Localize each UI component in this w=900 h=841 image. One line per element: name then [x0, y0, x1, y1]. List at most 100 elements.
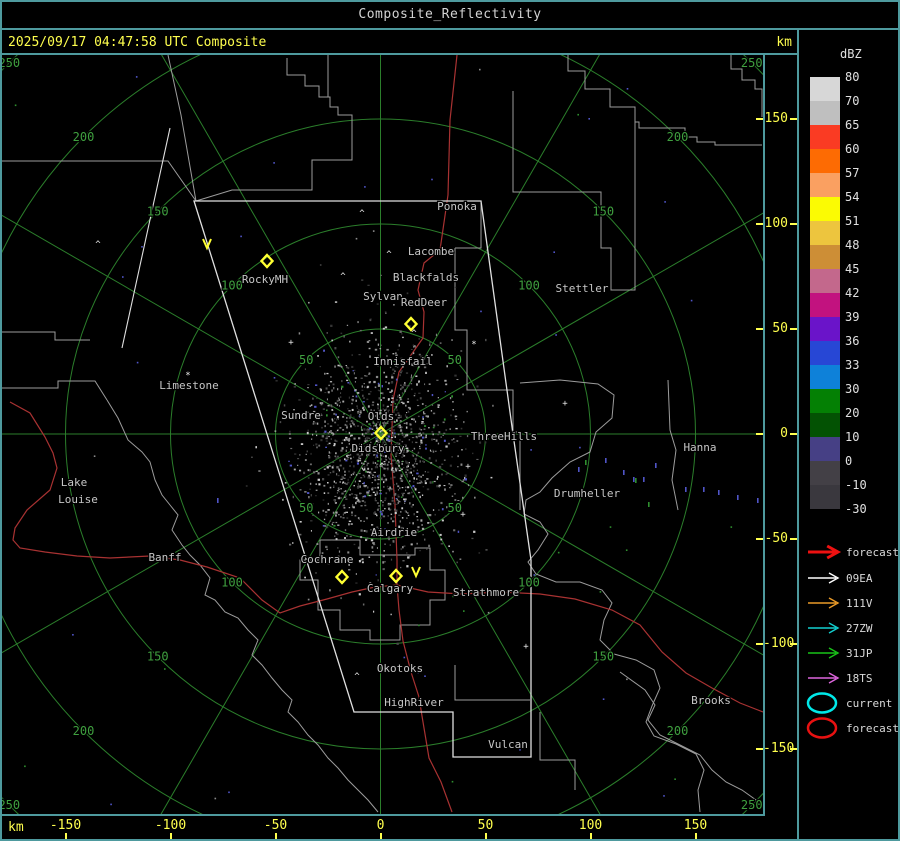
city-label: Louise — [58, 493, 98, 506]
right-axis-label: 100 — [764, 216, 788, 231]
right-axis-tick — [756, 328, 763, 330]
bottom-axis-label: -150 — [49, 818, 82, 833]
dbz-scale-label: 57 — [845, 166, 859, 180]
bottom-axis-tick — [484, 833, 487, 839]
right-axis-unit-label: km — [776, 35, 792, 50]
storm-track-label: 18TS — [846, 672, 873, 685]
weak-echo-dash — [757, 498, 759, 503]
ring-distance-label: 150 — [147, 650, 169, 664]
bottom-axis-label: 100 — [578, 818, 603, 833]
right-axis-tick — [790, 433, 797, 435]
ring-distance-label: 200 — [667, 130, 689, 144]
city-label: Calgary — [367, 582, 414, 595]
dbz-scale-label: 39 — [845, 310, 859, 324]
city-label: Ponoka — [437, 200, 477, 213]
dbz-scale-label: 42 — [845, 286, 859, 300]
city-label: Okotoks — [377, 662, 423, 675]
ring-distance-label: 250 — [741, 798, 763, 812]
ring-distance-label: 100 — [221, 575, 243, 589]
bottom-axis-label: -50 — [263, 818, 288, 833]
map-point-marker: * — [185, 371, 190, 381]
ring-distance-label: 150 — [592, 204, 614, 218]
map-point-marker: ^ — [379, 462, 385, 472]
weak-echo-dash — [685, 487, 687, 492]
dbz-scale-label: 51 — [845, 214, 859, 228]
storm-track-label: 27ZW — [846, 622, 873, 635]
map-point-marker: ^ — [386, 250, 392, 260]
bottom-axis-tick — [694, 833, 697, 839]
bottom-axis-label: 0 — [376, 818, 385, 833]
bottom-axis-tick — [379, 833, 382, 839]
timestamp-label: 2025/09/17 04:47:58 UTC Composite — [8, 35, 267, 50]
right-axis-tick — [756, 118, 763, 120]
map-point-marker: ^ — [359, 209, 365, 219]
bottom-axis-tick — [64, 833, 67, 839]
dbz-scale-label: 45 — [845, 262, 859, 276]
bottom-axis-label: 150 — [683, 818, 708, 833]
storm-cell-label: forecast — [846, 722, 898, 735]
ring-distance-label: 150 — [147, 204, 169, 218]
right-axis-label: -100 — [763, 636, 795, 651]
city-label: RockyMH — [242, 273, 288, 286]
bottom-axis-unit-label: km — [8, 820, 24, 835]
ring-distance-label: 100 — [221, 279, 243, 293]
dbz-scale-label: 54 — [845, 190, 859, 204]
city-label: Stettler — [556, 282, 609, 295]
weak-echo-dash-green — [585, 460, 587, 465]
dbz-scale-label: 10 — [845, 430, 859, 444]
map-point-marker: + — [288, 338, 294, 348]
right-axis-tick — [790, 643, 797, 645]
right-axis-label: 0 — [780, 426, 788, 441]
ring-distance-label: 200 — [73, 724, 95, 738]
ring-distance-label: 100 — [518, 279, 540, 293]
ring-distance-label: 50 — [299, 501, 313, 515]
city-label: ThreeHills — [471, 430, 537, 443]
map-point-marker: + — [460, 510, 466, 520]
map-point-marker: + — [562, 399, 568, 409]
storm-cell-label: current — [846, 697, 892, 710]
dbz-scale-label: -30 — [845, 502, 867, 516]
dbz-color-swatch — [810, 197, 840, 221]
dbz-color-swatch — [810, 389, 840, 413]
city-label: Blackfalds — [393, 271, 459, 284]
weak-echo-dash — [217, 498, 219, 503]
dbz-color-swatch — [810, 269, 840, 293]
map-point-marker: * — [471, 340, 476, 350]
dbz-scale-label: 0 — [845, 454, 852, 468]
city-label: Innisfail — [373, 355, 433, 368]
ring-distance-label: 200 — [667, 724, 689, 738]
dbz-color-swatch — [810, 149, 840, 173]
city-label: HighRiver — [384, 696, 444, 709]
right-axis-tick — [756, 748, 763, 750]
city-label: Cochrane — [301, 553, 354, 566]
storm-track-label: 09EA — [846, 572, 873, 585]
dbz-scale-label: 30 — [845, 382, 859, 396]
city-label: Strathmore — [453, 586, 519, 599]
city-label: Drumheller — [554, 487, 621, 500]
weak-echo-dash — [623, 470, 625, 475]
right-axis-tick — [790, 538, 797, 540]
weak-echo-dash-green — [635, 478, 637, 483]
weak-echo-dash — [737, 495, 739, 500]
city-label: Didsbury — [352, 442, 405, 455]
dbz-color-swatch — [810, 437, 840, 461]
city-label: Brooks — [691, 694, 731, 707]
right-axis-label: -50 — [764, 531, 788, 546]
weak-echo-dash — [655, 463, 657, 468]
weak-echo-dash-green — [648, 502, 650, 507]
map-point-marker: + — [523, 642, 529, 652]
radar-map-viewport[interactable]: 50 5050 50100 100100 100150 150150 150200 20020… — [2, 55, 763, 814]
city-label: Vulcan — [488, 738, 528, 751]
right-axis-tick — [756, 643, 763, 645]
map-point-marker: + — [465, 462, 471, 472]
ring-distance-label: 150 — [592, 650, 614, 664]
weak-echo-dash — [605, 458, 607, 463]
storm-track-label: 111V — [846, 597, 873, 610]
bottom-axis-tick — [169, 833, 172, 839]
right-axis-tick — [790, 328, 797, 330]
right-axis-tick — [756, 538, 763, 540]
map-point-marker: ^ — [411, 329, 417, 339]
dbz-color-swatch — [810, 221, 840, 245]
dbz-color-swatch — [810, 173, 840, 197]
dbz-scale-label: 36 — [845, 334, 859, 348]
